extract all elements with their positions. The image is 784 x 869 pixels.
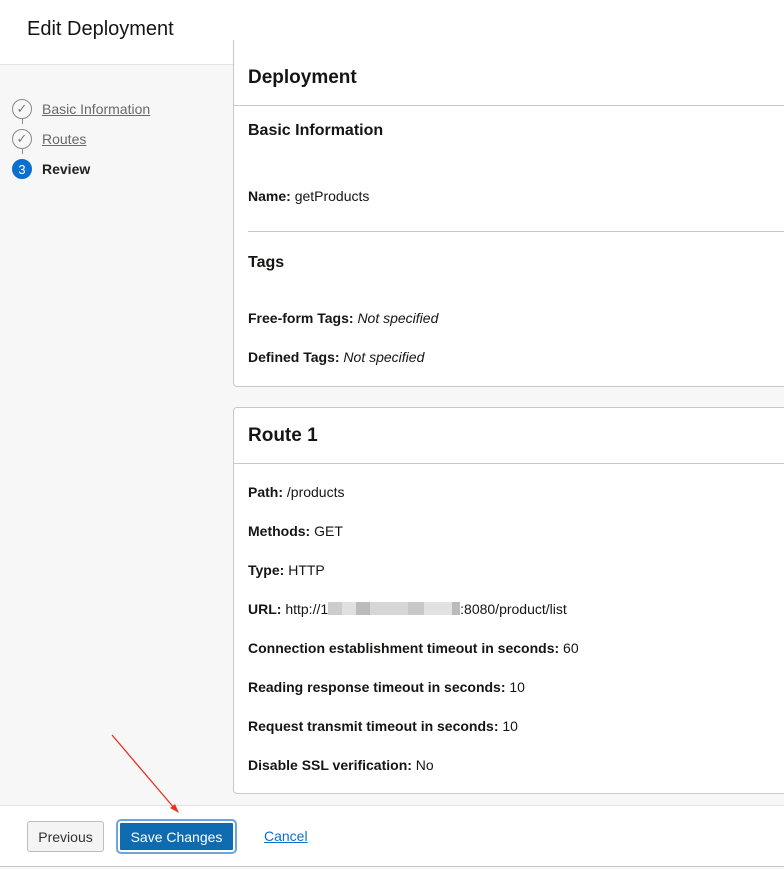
type-row: Type: HTTP: [248, 562, 325, 578]
step-label-review: Review: [42, 161, 91, 177]
name-row: Name: getProducts: [248, 188, 370, 204]
check-icon: ✓: [12, 99, 32, 119]
footer: Previous Save Changes Cancel: [0, 805, 784, 867]
previous-button[interactable]: Previous: [27, 821, 104, 852]
freeform-tags-row: Free-form Tags: Not specified: [248, 310, 439, 326]
deployment-panel: Deployment Basic Information Name: getPr…: [233, 40, 784, 387]
step-number-badge: 3: [12, 159, 32, 179]
ssl-verification-row: Disable SSL verification: No: [248, 757, 434, 773]
url-row: URL: http://1:8080/product/list: [248, 601, 567, 617]
methods-row: Methods: GET: [248, 523, 343, 539]
connection-timeout-row: Connection establishment timeout in seco…: [248, 640, 579, 656]
route-title: Route 1: [248, 425, 318, 446]
tags-heading: Tags: [248, 254, 285, 271]
step-review: 3 Review: [12, 154, 150, 184]
deployment-title: Deployment: [248, 67, 357, 88]
divider: [234, 463, 784, 464]
step-link-basic-information[interactable]: Basic Information: [42, 101, 150, 117]
path-row: Path: /products: [248, 484, 345, 500]
page-title: Edit Deployment: [27, 18, 174, 40]
divider: [248, 231, 784, 232]
wizard-steps: ✓ Basic Information ✓ Routes 3 Review: [12, 94, 150, 184]
step-link-routes[interactable]: Routes: [42, 131, 86, 147]
route-panel: Route 1 Path: /products Methods: GET Typ…: [233, 407, 784, 794]
reading-timeout-row: Reading response timeout in seconds: 10: [248, 679, 525, 695]
step-basic-information[interactable]: ✓ Basic Information: [12, 94, 150, 124]
redacted-host: [328, 602, 461, 615]
cancel-link[interactable]: Cancel: [264, 828, 308, 844]
check-icon: ✓: [12, 129, 32, 149]
save-changes-button[interactable]: Save Changes: [118, 821, 235, 852]
transmit-timeout-row: Request transmit timeout in seconds: 10: [248, 718, 518, 734]
basic-info-heading: Basic Information: [248, 122, 384, 139]
step-routes[interactable]: ✓ Routes: [12, 124, 150, 154]
defined-tags-row: Defined Tags: Not specified: [248, 349, 425, 365]
divider: [234, 105, 784, 106]
